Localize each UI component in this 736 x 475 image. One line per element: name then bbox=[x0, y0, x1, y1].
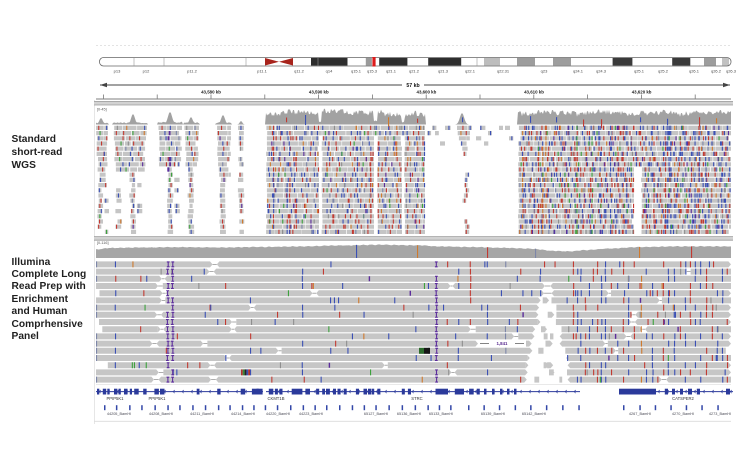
svg-text:q26.2: q26.2 bbox=[711, 69, 722, 74]
svg-text:STRC: STRC bbox=[411, 396, 422, 401]
svg-text:p11.1: p11.1 bbox=[257, 69, 267, 74]
svg-text:44223_BamHI: 44223_BamHI bbox=[299, 412, 323, 416]
svg-text:65136_BamHI: 65136_BamHI bbox=[397, 412, 421, 416]
svg-text:57 kb: 57 kb bbox=[406, 83, 419, 89]
svg-text:q25.2: q25.2 bbox=[658, 69, 669, 74]
svg-text:4267_BamHI: 4267_BamHI bbox=[629, 412, 651, 416]
svg-text:44220_BamHI: 44220_BamHI bbox=[266, 412, 290, 416]
svg-text:q21.1: q21.1 bbox=[386, 69, 397, 74]
svg-text:[0-116]: [0-116] bbox=[97, 241, 109, 245]
svg-text:44205_BamHI: 44205_BamHI bbox=[107, 412, 131, 416]
svg-text:43,610 kb: 43,610 kb bbox=[524, 90, 544, 95]
svg-text:65139_BamHI: 65139_BamHI bbox=[481, 412, 505, 416]
svg-text:4273_BamHI: 4273_BamHI bbox=[709, 412, 731, 416]
svg-text:q22.31: q22.31 bbox=[497, 69, 510, 74]
svg-text:PPIP5K1: PPIP5K1 bbox=[149, 396, 167, 401]
svg-text:44214_BamHI: 44214_BamHI bbox=[231, 412, 255, 416]
svg-text:q15.1: q15.1 bbox=[351, 69, 362, 74]
svg-text:65142_BamHI: 65142_BamHI bbox=[522, 412, 546, 416]
svg-text:q22.1: q22.1 bbox=[465, 69, 476, 74]
svg-text:q24.3: q24.3 bbox=[596, 69, 607, 74]
svg-text:q21.3: q21.3 bbox=[438, 69, 449, 74]
svg-text:1,841: 1,841 bbox=[497, 341, 509, 346]
svg-text:44208_BamHI: 44208_BamHI bbox=[149, 412, 173, 416]
svg-text:CATSPER2: CATSPER2 bbox=[672, 396, 694, 401]
svg-text:q14: q14 bbox=[326, 69, 333, 74]
svg-text:q23: q23 bbox=[541, 69, 548, 74]
svg-text:65127_BamHI: 65127_BamHI bbox=[364, 412, 388, 416]
svg-text:q25.1: q25.1 bbox=[634, 69, 645, 74]
svg-text:[0-45]: [0-45] bbox=[97, 108, 107, 112]
svg-text:65133_BamHI: 65133_BamHI bbox=[429, 412, 453, 416]
svg-text:q15.3: q15.3 bbox=[367, 69, 378, 74]
svg-text:PPIP5K1: PPIP5K1 bbox=[107, 396, 125, 401]
svg-text:q11.2: q11.2 bbox=[294, 69, 304, 74]
svg-text:CKMT1B: CKMT1B bbox=[268, 396, 285, 401]
svg-text:p12: p12 bbox=[143, 69, 150, 74]
svg-text:q21.2: q21.2 bbox=[409, 69, 420, 74]
svg-text:43,620 kb: 43,620 kb bbox=[632, 90, 652, 95]
svg-text:p13: p13 bbox=[114, 69, 121, 74]
svg-text:43,590 kb: 43,590 kb bbox=[309, 90, 329, 95]
svg-text:q26.3: q26.3 bbox=[726, 69, 736, 74]
svg-text:q26.1: q26.1 bbox=[689, 69, 700, 74]
svg-text:p11.2: p11.2 bbox=[187, 69, 197, 74]
svg-text:43,600 kb: 43,600 kb bbox=[417, 90, 437, 95]
svg-text:4270_BamHI: 4270_BamHI bbox=[672, 412, 694, 416]
svg-text:q24.1: q24.1 bbox=[573, 69, 584, 74]
svg-text:43,580 kb: 43,580 kb bbox=[201, 90, 221, 95]
svg-text:44211_BamHI: 44211_BamHI bbox=[190, 412, 214, 416]
